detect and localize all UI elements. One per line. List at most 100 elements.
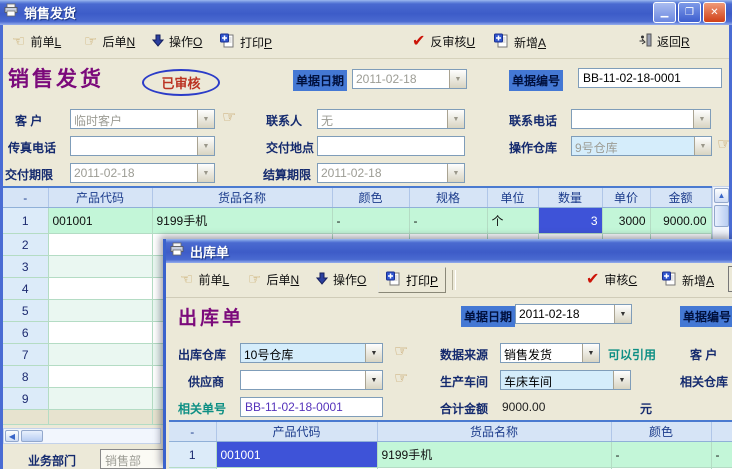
quote-hand-icon[interactable]: ☞ <box>394 371 408 387</box>
chevron-down-icon[interactable]: ▼ <box>197 110 214 128</box>
printer-window-icon <box>4 3 19 22</box>
doc-date-combo[interactable]: 2011-02-18▼ <box>515 304 632 324</box>
contact-phone-combo[interactable]: ▼ <box>571 109 711 129</box>
spec-cell[interactable]: - <box>409 208 487 234</box>
chevron-down-icon[interactable]: ▼ <box>197 164 214 182</box>
contact-label: 联系人 <box>266 112 302 129</box>
empty-cell[interactable] <box>48 366 152 388</box>
settle-deadline-combo[interactable]: 2011-02-18▼ <box>317 163 465 183</box>
grid-header-row: - 产品代码 货品名称 颜色 规格 单位 数量 单价 金额 <box>3 188 711 208</box>
empty-cell <box>3 410 48 425</box>
operate-button[interactable]: 操作O <box>152 33 202 50</box>
code-cell-selected[interactable]: 001001 <box>216 442 377 468</box>
row-number-cell[interactable]: 5 <box>3 300 48 322</box>
doc-date-combo[interactable]: 2011-02-18 ▼ <box>352 69 467 89</box>
prev-doc-button[interactable]: ☜ 前单L <box>12 33 61 50</box>
dialog-form-title: 出库单 <box>178 303 244 330</box>
print-button[interactable]: 打印P <box>378 267 446 293</box>
operate-button[interactable]: 操作O <box>316 271 366 288</box>
chevron-down-icon[interactable]: ▼ <box>614 305 631 323</box>
quote-hand-icon[interactable]: ☞ <box>222 110 236 126</box>
new-doc-button[interactable]: 新增A <box>662 271 714 289</box>
empty-cell[interactable] <box>48 234 152 256</box>
printer-window-icon <box>170 242 185 261</box>
hand-right-icon: ☞ <box>84 34 97 49</box>
chevron-down-icon[interactable]: ▼ <box>447 164 464 182</box>
name-cell[interactable]: 9199手机 <box>152 208 332 234</box>
down-arrow-icon <box>316 272 328 288</box>
delivery-place-input[interactable] <box>317 136 465 156</box>
doc-no-input[interactable]: BB-11-02-18-0001 <box>578 68 722 88</box>
contact-combo[interactable]: 无▼ <box>317 109 465 129</box>
audit-button[interactable]: ✔ 审核C <box>586 271 637 288</box>
chevron-down-icon[interactable]: ▼ <box>365 344 382 362</box>
delivery-deadline-combo[interactable]: 2011-02-18▼ <box>70 163 215 183</box>
data-source-combo[interactable]: 销售发货▼ <box>500 343 600 363</box>
name-cell[interactable]: 9199手机 <box>377 442 611 468</box>
out-warehouse-combo[interactable]: 10号仓库▼ <box>240 343 383 363</box>
row-number-cell[interactable]: 2 <box>3 234 48 256</box>
next-doc-button[interactable]: ☞ 后单N <box>248 271 299 288</box>
color-cell[interactable]: - <box>611 442 711 468</box>
return-button[interactable]: 返回R <box>638 33 690 50</box>
row-number-cell[interactable]: 1 <box>3 208 48 234</box>
row-number-cell[interactable]: 9 <box>3 388 48 410</box>
row-number-cell[interactable]: 8 <box>3 366 48 388</box>
empty-cell[interactable] <box>48 256 152 278</box>
chevron-down-icon[interactable]: ▼ <box>197 137 214 155</box>
chevron-down-icon[interactable]: ▼ <box>693 110 710 128</box>
customer-combo[interactable]: 临时客户▼ <box>70 109 215 129</box>
chevron-down-icon[interactable]: ▼ <box>365 371 382 389</box>
workshop-combo[interactable]: 车床车间▼ <box>500 370 631 390</box>
chevron-down-icon[interactable]: ▼ <box>582 344 599 362</box>
scroll-thumb[interactable] <box>21 430 43 442</box>
empty-cell <box>48 410 152 425</box>
outbound-dialog: 出库单 ☜ 前单L ☞ 后单N 操作O 打印P ✔ 审核C <box>163 239 732 469</box>
maximize-button[interactable]: ❐ <box>678 2 701 23</box>
quote-hand-icon[interactable]: ☞ <box>394 344 408 360</box>
main-toolbar: ☜ 前单L ☞ 后单N 操作O 打印P ✔ 反审核U 新增A 返回R <box>0 25 732 59</box>
row-number-cell[interactable]: 3 <box>3 256 48 278</box>
row-number-cell[interactable]: 6 <box>3 322 48 344</box>
scroll-up-button[interactable]: ▲ <box>714 188 729 203</box>
op-warehouse-combo[interactable]: 9号仓库▼ <box>571 136 712 156</box>
related-no-label: 相关单号 <box>178 400 226 417</box>
chevron-down-icon[interactable]: ▼ <box>447 110 464 128</box>
code-cell[interactable]: 001001 <box>48 208 152 234</box>
close-button[interactable]: ✕ <box>703 2 726 23</box>
row-number-cell[interactable]: 4 <box>3 278 48 300</box>
empty-cell[interactable] <box>48 300 152 322</box>
price-cell[interactable]: 3000 <box>602 208 650 234</box>
supplier-combo[interactable]: ▼ <box>240 370 383 390</box>
empty-cell[interactable] <box>48 388 152 410</box>
chevron-down-icon[interactable]: ▼ <box>613 371 630 389</box>
scroll-thumb[interactable] <box>714 205 729 227</box>
total-amount-value: 9000.00 <box>502 400 545 414</box>
row-number-cell[interactable]: 7 <box>3 344 48 366</box>
fax-combo[interactable]: ▼ <box>70 136 215 156</box>
minimize-button[interactable]: ▁ <box>653 2 676 23</box>
cut-off-button[interactable] <box>728 266 732 292</box>
new-doc-button[interactable]: 新增A <box>494 33 546 51</box>
row-number-cell[interactable]: 1 <box>169 442 216 468</box>
empty-cell[interactable] <box>48 344 152 366</box>
empty-cell[interactable] <box>48 278 152 300</box>
scroll-left-button[interactable]: ◀ <box>5 430 19 442</box>
unit-cell[interactable]: 个 <box>487 208 538 234</box>
qty-cell-selected[interactable]: 3 <box>538 208 602 234</box>
spec-cell[interactable]: - <box>711 442 732 468</box>
chevron-down-icon[interactable]: ▼ <box>449 70 466 88</box>
print-button[interactable]: 打印P <box>220 33 272 51</box>
prev-doc-button[interactable]: ☜ 前单L <box>180 271 229 288</box>
color-cell[interactable]: - <box>332 208 409 234</box>
out-warehouse-label: 出库仓库 <box>178 346 226 363</box>
chevron-down-icon[interactable]: ▼ <box>694 137 711 155</box>
amount-cell[interactable]: 9000.00 <box>650 208 711 234</box>
col-product-code: 产品代码 <box>48 188 152 208</box>
next-doc-button[interactable]: ☞ 后单N <box>84 33 135 50</box>
red-check-icon: ✔ <box>586 272 599 288</box>
related-no-input[interactable]: BB-11-02-18-0001 <box>240 397 383 417</box>
empty-cell[interactable] <box>48 322 152 344</box>
horizontal-scrollbar[interactable]: ◀ <box>3 428 161 444</box>
unaudit-button[interactable]: ✔ 反审核U <box>412 33 475 50</box>
